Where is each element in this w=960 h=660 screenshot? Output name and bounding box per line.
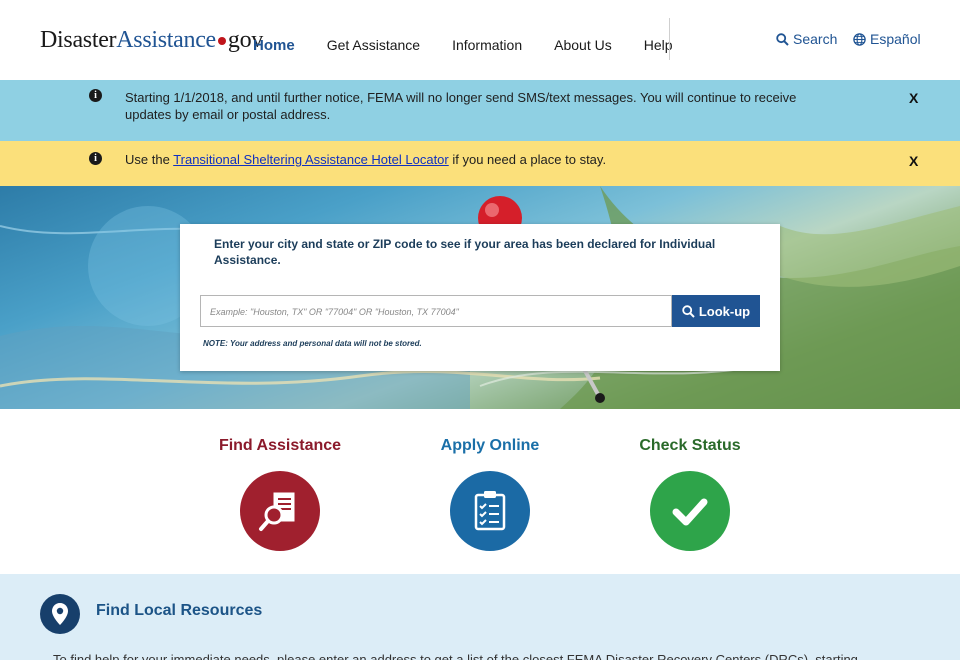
site-logo[interactable]: DisasterAssistance gov bbox=[40, 27, 263, 54]
search-icon bbox=[682, 304, 695, 318]
nav-home[interactable]: Home bbox=[253, 37, 295, 54]
check-status-tile[interactable]: Check Status bbox=[600, 437, 780, 551]
check-status-title: Check Status bbox=[639, 437, 741, 454]
logo-text-main: Disaster bbox=[40, 27, 117, 53]
find-assistance-tile[interactable]: Find Assistance bbox=[190, 437, 370, 551]
hero-map-banner: Enter your city and state or ZIP code to… bbox=[0, 186, 960, 409]
nav-divider bbox=[669, 18, 670, 60]
alert-shelter-suffix: if you need a place to stay. bbox=[448, 152, 607, 167]
alert-shelter-close-button[interactable]: X bbox=[909, 153, 918, 169]
local-resources-heading: Find Local Resources bbox=[96, 602, 263, 619]
find-assistance-title: Find Assistance bbox=[218, 437, 342, 454]
alert-shelter-banner: i Use the Transitional Sheltering Assist… bbox=[0, 141, 960, 186]
alert-sms-text: Starting 1/1/2018, and until further not… bbox=[125, 90, 797, 122]
nav-about-us[interactable]: About Us bbox=[554, 37, 612, 54]
logo-dot-icon bbox=[217, 36, 226, 45]
apply-online-tile[interactable]: Apply Online bbox=[400, 437, 580, 551]
main-nav: Home Get Assistance Information About Us… bbox=[253, 37, 705, 54]
alert-shelter-prefix: Use the bbox=[125, 152, 174, 167]
apply-online-icon bbox=[450, 471, 530, 551]
site-header: DisasterAssistance gov Home Get Assistanc… bbox=[0, 0, 960, 80]
apply-online-title: Apply Online bbox=[440, 437, 540, 454]
search-icon bbox=[776, 32, 789, 46]
alert-shelter-text: Use the Transitional Sheltering Assistan… bbox=[125, 151, 845, 168]
info-icon: i bbox=[89, 152, 102, 165]
local-resources-section: Find Local Resources To find help for yo… bbox=[0, 574, 960, 660]
logo-text-accent: Assistance bbox=[116, 27, 216, 53]
privacy-note: NOTE: Your address and personal data wil… bbox=[203, 339, 422, 348]
find-assistance-icon bbox=[240, 471, 320, 551]
hotel-locator-link[interactable]: Transitional Sheltering Assistance Hotel… bbox=[173, 152, 449, 167]
search-link[interactable]: Search bbox=[776, 31, 837, 47]
check-status-icon bbox=[650, 471, 730, 551]
area-lookup-card: Enter your city and state or ZIP code to… bbox=[180, 224, 780, 371]
lookup-button-label: Look-up bbox=[698, 303, 751, 319]
alert-sms-close-button[interactable]: X bbox=[909, 90, 918, 106]
language-label: Español bbox=[870, 31, 921, 47]
alert-sms-banner: i Starting 1/1/2018, and until further n… bbox=[0, 80, 960, 141]
lookup-button[interactable]: Look-up bbox=[672, 295, 760, 327]
nav-get-assistance[interactable]: Get Assistance bbox=[327, 37, 420, 54]
nav-information[interactable]: Information bbox=[452, 37, 522, 54]
action-tiles: Find Assistance Apply Online Check Statu… bbox=[0, 409, 960, 574]
search-label: Search bbox=[793, 31, 838, 47]
language-link[interactable]: Español bbox=[853, 31, 921, 47]
globe-icon bbox=[853, 32, 866, 46]
lookup-prompt: Enter your city and state or ZIP code to… bbox=[214, 237, 716, 267]
local-resources-text: To find help for your immediate needs, p… bbox=[53, 652, 858, 660]
location-search-input[interactable]: Example: "Houston, TX" OR "77004" OR "Ho… bbox=[200, 295, 672, 327]
location-pin-icon bbox=[40, 594, 80, 634]
info-icon: i bbox=[89, 89, 102, 102]
